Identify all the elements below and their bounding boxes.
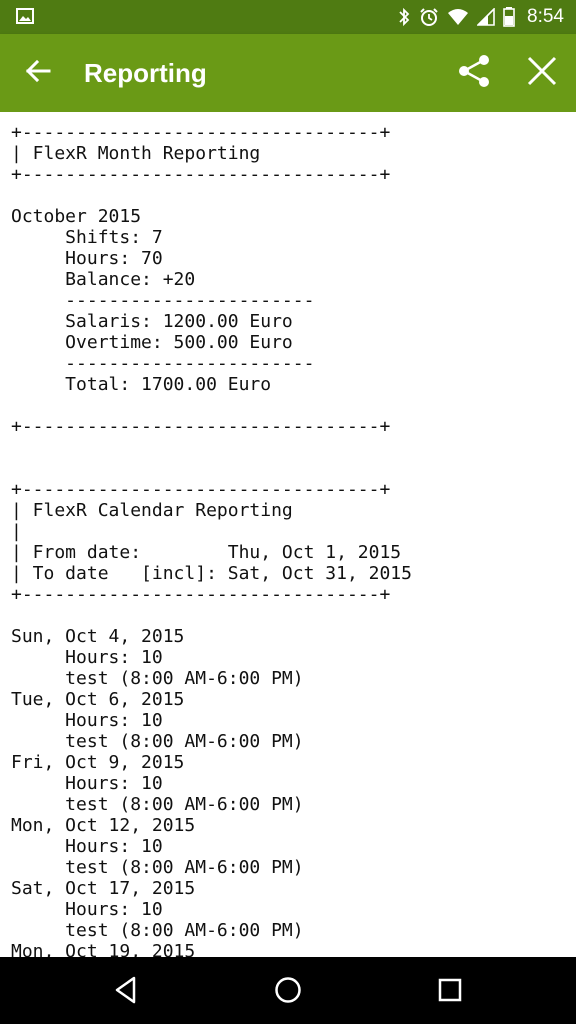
report-line: Overtime: 500.00 Euro: [11, 332, 293, 353]
share-button[interactable]: [452, 53, 496, 93]
report-line: Hours: 10: [11, 647, 163, 668]
report-line: +---------------------------------+: [11, 416, 391, 437]
report-line: | To date [incl]: Sat, Oct 31, 2015: [11, 563, 412, 584]
report-line: |: [11, 521, 22, 542]
report-line: Hours: 10: [11, 836, 163, 857]
report-line: Sat, Oct 17, 2015: [11, 878, 196, 899]
nav-home-button[interactable]: [266, 970, 310, 1014]
bluetooth-icon: [397, 7, 411, 27]
report-line: | From date: Thu, Oct 1, 2015: [11, 542, 402, 563]
report-line: Mon, Oct 12, 2015: [11, 815, 196, 836]
report-line: -----------------------: [11, 290, 315, 311]
nav-back-button[interactable]: [104, 970, 148, 1014]
report-line: Hours: 10: [11, 899, 163, 920]
close-button[interactable]: [520, 53, 564, 93]
report-content[interactable]: +---------------------------------+ | Fl…: [0, 112, 576, 957]
report-line: test (8:00 AM-6:00 PM): [11, 668, 304, 689]
back-button[interactable]: [18, 53, 58, 93]
report-line: test (8:00 AM-6:00 PM): [11, 920, 304, 941]
recents-square-icon: [436, 976, 464, 1009]
back-triangle-icon: [111, 975, 141, 1010]
home-circle-icon: [273, 975, 303, 1010]
nav-recents-button[interactable]: [428, 970, 472, 1014]
report-line: +---------------------------------+: [11, 479, 391, 500]
alarm-icon: [419, 7, 439, 27]
navigation-bar: [0, 957, 576, 1024]
arrow-left-icon: [25, 59, 51, 88]
report-line: Hours: 10: [11, 710, 163, 731]
report-line: test (8:00 AM-6:00 PM): [11, 794, 304, 815]
battery-icon: [503, 7, 515, 27]
report-line: Tue, Oct 6, 2015: [11, 689, 185, 710]
report-line: | FlexR Month Reporting: [11, 143, 261, 164]
report-line: Salaris: 1200.00 Euro: [11, 311, 293, 332]
report-line: +---------------------------------+: [11, 164, 391, 185]
share-icon: [456, 53, 492, 94]
status-bar: 8:54: [0, 0, 576, 34]
report-line: | FlexR Calendar Reporting: [11, 500, 293, 521]
signal-icon: [477, 8, 495, 26]
report-line: October 2015: [11, 206, 142, 227]
report-line: -----------------------: [11, 353, 315, 374]
status-icons: 8:54: [397, 0, 564, 34]
report-line: Balance: +20: [11, 269, 196, 290]
report-line: Fri, Oct 9, 2015: [11, 752, 185, 773]
report-line: test (8:00 AM-6:00 PM): [11, 731, 304, 752]
report-line: Mon, Oct 19, 2015: [11, 941, 196, 957]
report-line: Total: 1700.00 Euro: [11, 374, 272, 395]
report-line: Shifts: 7: [11, 227, 163, 248]
status-time: 8:54: [527, 6, 564, 27]
report-line: test (8:00 AM-6:00 PM): [11, 857, 304, 878]
report-text: +---------------------------------+ | Fl…: [11, 122, 412, 957]
report-line: +---------------------------------+: [11, 122, 391, 143]
page-title: Reporting: [84, 58, 207, 88]
report-line: Hours: 70: [11, 248, 163, 269]
report-line: Sun, Oct 4, 2015: [11, 626, 185, 647]
report-line: +---------------------------------+: [11, 584, 391, 605]
report-line: Hours: 10: [11, 773, 163, 794]
close-icon: [527, 56, 557, 91]
image-icon: [16, 8, 34, 24]
app-bar: Reporting: [0, 34, 576, 112]
wifi-icon: [447, 8, 469, 26]
